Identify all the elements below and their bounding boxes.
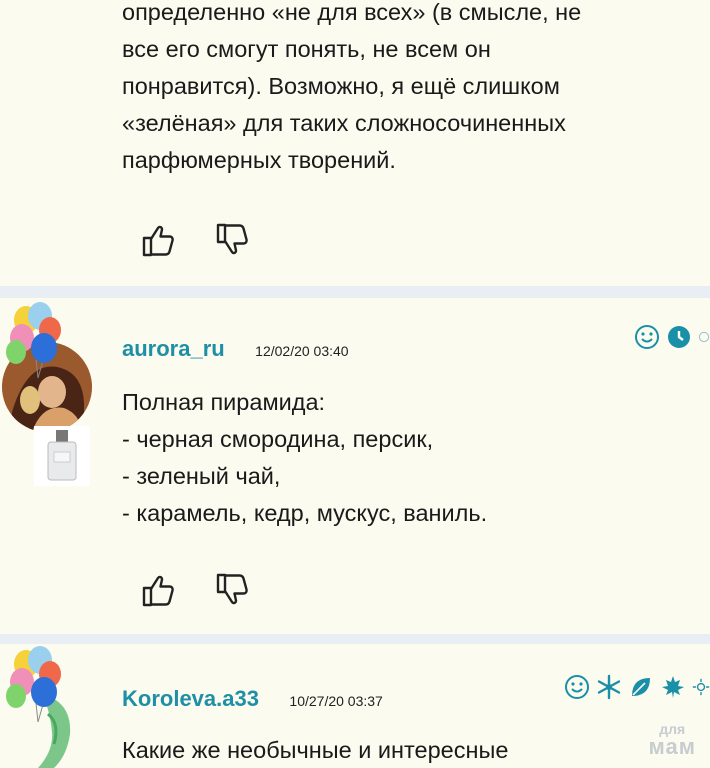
comment-card: определенно «не для всех» (в смысле, не … — [0, 0, 710, 286]
leaf-icon[interactable] — [628, 674, 654, 700]
user-badges — [634, 324, 710, 350]
snowflake-icon[interactable] — [596, 674, 622, 700]
comment-date: 12/02/20 03:40 — [255, 343, 349, 359]
vote-controls — [138, 570, 252, 610]
comment-text: Какие же необычные и интересные — [122, 732, 690, 768]
comment-line: все его смогут понять, не всем он — [122, 36, 491, 62]
user-badges — [564, 674, 710, 700]
maple-leaf-icon[interactable] — [660, 674, 686, 700]
username-link[interactable]: aurora_ru — [122, 336, 225, 361]
watermark-bottom: мам — [648, 734, 696, 759]
thumbs-down-icon[interactable] — [212, 570, 252, 610]
comment-text: Полная пирамида: - черная смородина, пер… — [122, 384, 690, 532]
site-watermark: для мам — [649, 722, 697, 758]
comment-line: понравится). Возможно, я ещё слишком — [122, 73, 560, 99]
comment-line: Полная пирамида: — [122, 389, 326, 415]
comment-line: парфюмерных творений. — [122, 147, 396, 173]
comment-line: - зеленый чай, — [122, 463, 281, 489]
perfume-badge-icon — [34, 426, 90, 486]
comment-line: Какие же необычные и интересные — [122, 737, 509, 763]
comment-text: определенно «не для всех» (в смысле, не … — [122, 0, 690, 179]
comments-feed: определенно «не для всех» (в смысле, не … — [0, 0, 710, 768]
balloons-icon — [6, 646, 61, 723]
comment-card: aurora_ru 12/02/20 03:40 Полная пирамида… — [0, 298, 710, 634]
thumbs-up-icon[interactable] — [138, 570, 178, 610]
user-avatar-column — [0, 298, 110, 634]
partial-badge-icon[interactable] — [698, 324, 710, 350]
comment-card: Koroleva.a33 10/27/20 03:37 Какие же нео… — [0, 644, 710, 768]
username-link[interactable]: Koroleva.a33 — [122, 686, 259, 711]
comment-line: - черная смородина, персик, — [122, 426, 434, 452]
thumbs-down-icon[interactable] — [212, 220, 252, 260]
balloons-icon — [6, 302, 61, 379]
comment-line: - карамель, кедр, мускус, ваниль. — [122, 500, 488, 526]
vote-controls — [138, 220, 252, 260]
smile-icon[interactable] — [634, 324, 660, 350]
comment-date: 10/27/20 03:37 — [289, 693, 383, 709]
smile-icon[interactable] — [564, 674, 590, 700]
user-avatar-column — [0, 644, 110, 768]
thumbs-up-icon[interactable] — [138, 220, 178, 260]
comment-line: определенно «не для всех» (в смысле, не — [122, 0, 582, 25]
comment-line: «зелёная» для таких сложносочиненных — [122, 110, 566, 136]
comment-header: aurora_ru 12/02/20 03:40 — [122, 336, 690, 362]
sun-icon[interactable] — [692, 674, 710, 700]
history-clock-icon[interactable] — [666, 324, 692, 350]
